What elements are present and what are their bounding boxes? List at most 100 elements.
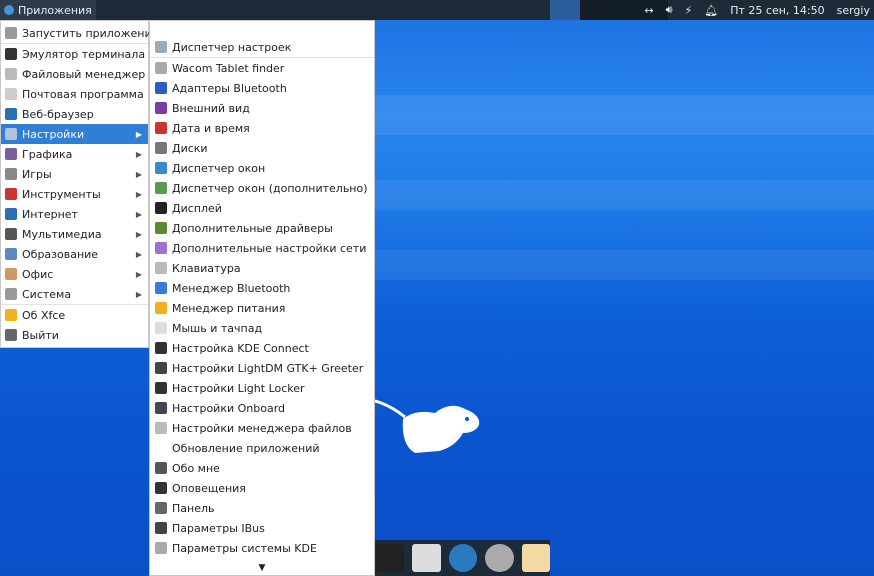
settings-item-label: Дата и время [172, 121, 250, 135]
menu-item-label: Образование [22, 247, 99, 261]
dock [370, 540, 551, 576]
chevron-right-icon: ▶ [135, 289, 142, 299]
menu-item[interactable]: Интернет ▶ [1, 204, 148, 224]
folder-icon [155, 422, 167, 434]
settings-item-label: Настройки менеджера файлов [172, 421, 352, 435]
volume-icon[interactable]: 🔊︎ [666, 3, 673, 17]
settings-item-label: Дополнительные настройки сети [172, 241, 367, 255]
menu-item[interactable]: Веб-браузер [1, 104, 148, 124]
settings-item[interactable]: Менеджер Bluetooth [150, 278, 374, 298]
menu-item[interactable]: Система ▶ [1, 284, 148, 304]
menu-item[interactable]: Образование ▶ [1, 244, 148, 264]
dock-web-browser-icon[interactable] [448, 544, 478, 572]
bluetooth-icon [155, 282, 167, 294]
settings-item[interactable]: Оповещения [150, 478, 374, 498]
bluetooth-icon [155, 82, 167, 94]
settings-item[interactable]: Параметры IBus [150, 518, 374, 538]
appearance-icon [155, 102, 167, 114]
notifications-icon[interactable]: 🔔︎ [704, 4, 718, 17]
menu-item[interactable]: Файловый менеджер [1, 64, 148, 84]
menu-item-label: Выйти [22, 328, 59, 342]
settings-item[interactable]: Внешний вид [150, 98, 374, 118]
applications-menu: Запустить приложение... Эмулятор терминал… [0, 20, 169, 348]
mouse-icon [155, 322, 167, 334]
drivers-icon [155, 222, 167, 234]
settings-item-label: Настройки Light Locker [172, 381, 305, 395]
system-icon [5, 288, 17, 300]
menu-item[interactable]: Почтовая программа [1, 84, 148, 104]
settings-item-label: Диспетчер настроек [172, 40, 292, 54]
settings-item[interactable]: Дополнительные настройки сети [150, 238, 374, 258]
settings-item[interactable]: Настройка KDE Connect [150, 338, 374, 358]
chevron-right-icon: ▶ [135, 169, 142, 179]
games-icon [5, 168, 17, 180]
menu-item-label: Файловый менеджер [22, 67, 146, 81]
menu-item[interactable]: Графика ▶ [1, 144, 148, 164]
menu-item[interactable]: Офис ▶ [1, 264, 148, 284]
settings-submenu: Диспетчер настроек Wacom Tablet finder Ада… [149, 20, 375, 576]
window-manager-tweaks-icon [155, 182, 167, 194]
scroll-down-arrow-icon[interactable]: ▼ [150, 563, 374, 573]
tablet-icon [155, 62, 167, 74]
settings-item-label: Клавиатура [172, 261, 241, 275]
power-icon[interactable]: ⚡︎ [685, 4, 693, 17]
settings-item[interactable]: Параметры системы KDE [150, 538, 374, 558]
settings-item-label: Wacom Tablet finder [172, 61, 285, 75]
clock[interactable]: Пт 25 сен, 14:50 [730, 4, 824, 17]
settings-item[interactable]: Клавиатура [150, 258, 374, 278]
dock-folder-icon[interactable] [521, 544, 551, 572]
settings-item[interactable]: Диски [150, 138, 374, 158]
settings-item[interactable]: Настройки Onboard [150, 398, 374, 418]
menu-item[interactable]: Выйти [1, 325, 148, 345]
applications-menu-button[interactable]: Приложения [0, 0, 96, 20]
settings-item-label: Адаптеры Bluetooth [172, 81, 287, 95]
menu-item[interactable]: Мультимедиа ▶ [1, 224, 148, 244]
chevron-right-icon: ▶ [135, 149, 142, 159]
settings-item[interactable]: Обновление приложений [150, 438, 374, 458]
settings-item[interactable]: Диспетчер настроек [150, 37, 374, 57]
chevron-right-icon: ▶ [135, 189, 142, 199]
settings-item[interactable]: Дата и время [150, 118, 374, 138]
applications-label: Приложения [18, 3, 92, 17]
display-icon [155, 202, 167, 214]
internet-icon [5, 208, 17, 220]
settings-item-label: Параметры IBus [172, 521, 265, 535]
settings-item[interactable]: Менеджер питания [150, 298, 374, 318]
settings-item[interactable]: Дисплей [150, 198, 374, 218]
settings-item[interactable]: Диспетчер окон (дополнительно) [150, 178, 374, 198]
settings-item[interactable]: Настройки Light Locker [150, 378, 374, 398]
dock-terminal-icon[interactable] [376, 544, 405, 572]
menu-item-label: Об Xfce [22, 308, 66, 322]
settings-item[interactable]: Мышь и тачпад [150, 318, 374, 338]
menu-item[interactable]: Инструменты ▶ [1, 184, 148, 204]
settings-item[interactable]: Панель [150, 498, 374, 518]
lock-screen-icon [155, 382, 167, 394]
chevron-right-icon: ▶ [135, 229, 142, 239]
settings-item[interactable]: Настройки менеджера файлов [150, 418, 374, 438]
menu-item[interactable]: Запустить приложение... [1, 23, 169, 43]
menu-item-label: Система [22, 287, 72, 301]
settings-item[interactable]: Wacom Tablet finder [150, 58, 374, 78]
settings-item[interactable]: Дополнительные драйверы [150, 218, 374, 238]
dock-search-icon[interactable] [485, 544, 514, 572]
chevron-right-icon: ▶ [135, 249, 142, 259]
menu-item-label: Настройки [22, 127, 85, 141]
menu-item[interactable]: Эмулятор терминала [1, 44, 148, 64]
settings-item[interactable]: Диспетчер окон [150, 158, 374, 178]
dock-home-folder-icon[interactable] [412, 544, 441, 572]
settings-item[interactable]: Настройки LightDM GTK+ Greeter [150, 358, 374, 378]
panel-icon [155, 502, 167, 514]
user-icon [155, 462, 167, 474]
workspace-1[interactable] [550, 0, 580, 20]
settings-item-label: Настройки Onboard [172, 401, 286, 415]
user-name[interactable]: sergiy [837, 4, 870, 17]
menu-item[interactable]: Игры ▶ [1, 164, 148, 184]
settings-item[interactable]: Адаптеры Bluetooth [150, 78, 374, 98]
notifications-icon [155, 482, 167, 494]
menu-item-label: Инструменты [22, 187, 101, 201]
menu-item[interactable]: Об Xfce [1, 305, 148, 325]
network-icon[interactable]: ↔ [644, 4, 653, 17]
office-icon [5, 268, 17, 280]
settings-item[interactable]: Обо мне [150, 458, 374, 478]
menu-item[interactable]: Настройки ▶ [1, 124, 148, 144]
